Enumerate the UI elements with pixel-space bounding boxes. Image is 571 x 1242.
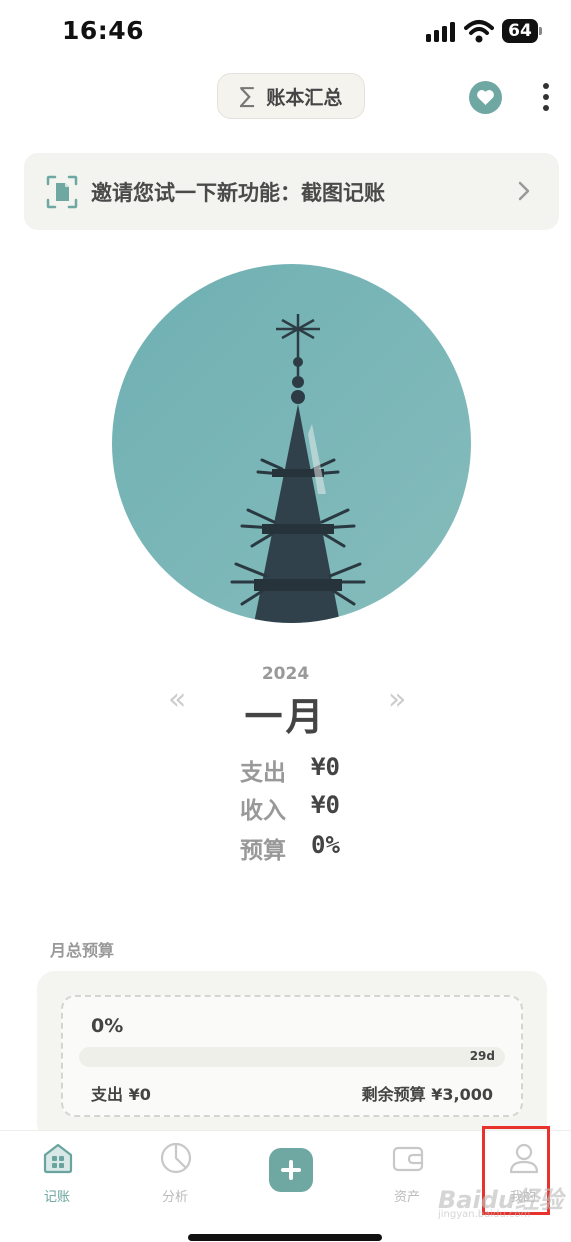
- invite-banner-text: 邀请您试一下新功能：截图记账: [91, 181, 385, 205]
- home-indicator: [188, 1234, 382, 1241]
- income-label: 收入: [240, 798, 286, 824]
- pie-chart-icon: [160, 1142, 192, 1174]
- month-label[interactable]: 一月: [0, 686, 571, 741]
- budget-spent: 支出 ¥0: [91, 1085, 151, 1104]
- year-label: 2024: [261, 664, 310, 684]
- monthly-budget-card[interactable]: 0% 29d 支出 ¥0 剩余预算 ¥3,000: [37, 971, 547, 1141]
- favorite-button[interactable]: [469, 81, 502, 114]
- days-left-label: 29d: [469, 1049, 495, 1063]
- income-value: ¥0: [311, 791, 340, 819]
- expense-value: ¥0: [311, 753, 340, 781]
- wallet-icon: [392, 1146, 424, 1172]
- add-record-button[interactable]: [269, 1148, 313, 1192]
- baidu-watermark-url: jingyan.baidu.com: [438, 1209, 531, 1220]
- budget-value: 0%: [311, 831, 340, 859]
- chevron-right-icon: [518, 181, 530, 201]
- budget-details[interactable]: 0% 29d 支出 ¥0 剩余预算 ¥3,000: [61, 995, 523, 1117]
- wifi-icon: [464, 20, 494, 43]
- more-options-button[interactable]: [536, 81, 556, 113]
- invite-banner[interactable]: 邀请您试一下新功能：截图记账: [24, 153, 559, 230]
- budget-remaining: 剩余预算 ¥3,000: [361, 1085, 493, 1104]
- ledger-grid-icon: [43, 1143, 73, 1174]
- cellular-signal-icon: [426, 22, 456, 42]
- ledger-summary-button[interactable]: ∑ 账本汇总: [217, 73, 365, 119]
- tab-ledger-label: 记账: [43, 1190, 70, 1205]
- next-month-button[interactable]: »: [388, 682, 406, 717]
- screenshot-document-icon: [46, 175, 78, 209]
- cover-photo: [112, 264, 471, 623]
- budget-percent: 0%: [91, 1015, 124, 1037]
- battery-icon: 64: [502, 19, 538, 43]
- tab-analysis[interactable]: 分析: [118, 1131, 232, 1211]
- heart-icon: [477, 90, 494, 106]
- ledger-summary-label: 账本汇总: [266, 86, 343, 109]
- battery-cap: [539, 27, 542, 35]
- sigma-icon: ∑: [239, 83, 255, 109]
- budget-label: 预算: [240, 838, 286, 864]
- tab-analysis-label: 分析: [161, 1190, 188, 1205]
- budget-progress-bar: 29d: [79, 1047, 505, 1067]
- expense-label: 支出: [240, 760, 286, 786]
- plus-icon: [281, 1160, 301, 1180]
- status-time: 16:46: [62, 16, 145, 45]
- tab-ledger[interactable]: 记账: [0, 1131, 114, 1211]
- monthly-budget-title: 月总预算: [50, 941, 115, 960]
